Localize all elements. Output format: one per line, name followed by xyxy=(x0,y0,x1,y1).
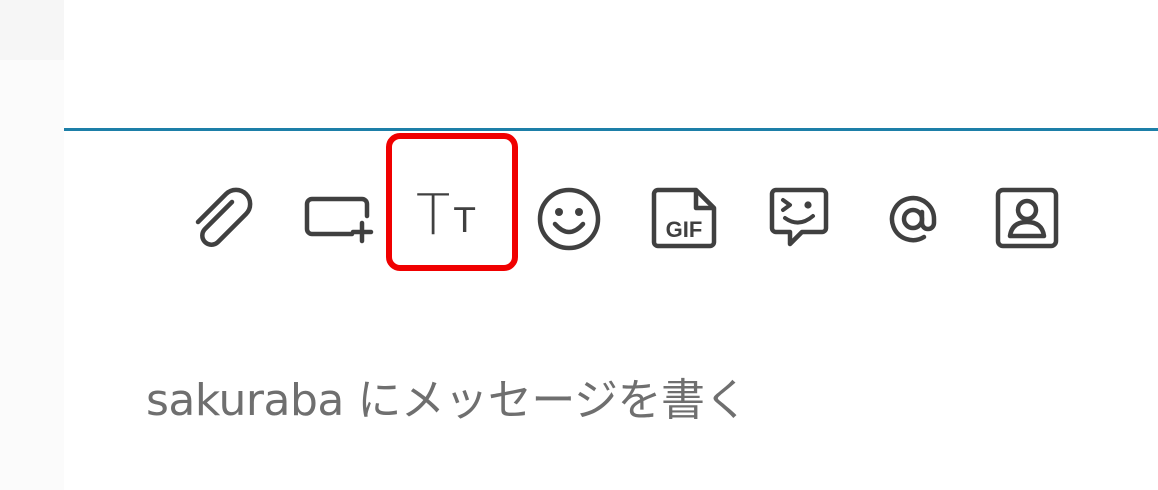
text-format-big-t: T xyxy=(416,183,451,248)
text-format-icon[interactable]: T T xyxy=(416,188,492,244)
mention-icon[interactable] xyxy=(880,186,946,252)
shortcuts-icon[interactable] xyxy=(304,194,374,244)
left-sidebar-edge xyxy=(0,0,64,490)
composer-focus-line xyxy=(64,128,1158,131)
gif-label: GIF xyxy=(666,217,703,242)
gif-icon[interactable]: GIF xyxy=(650,186,718,250)
sticker-icon[interactable] xyxy=(768,186,830,250)
emoji-icon[interactable] xyxy=(536,186,602,252)
text-format-small-t: T xyxy=(454,201,475,241)
paperclip-icon[interactable] xyxy=(188,187,258,248)
left-sidebar-top xyxy=(0,0,64,60)
message-input[interactable]: sakuraba にメッセージを書く xyxy=(146,364,748,428)
contact-icon[interactable] xyxy=(994,186,1060,250)
